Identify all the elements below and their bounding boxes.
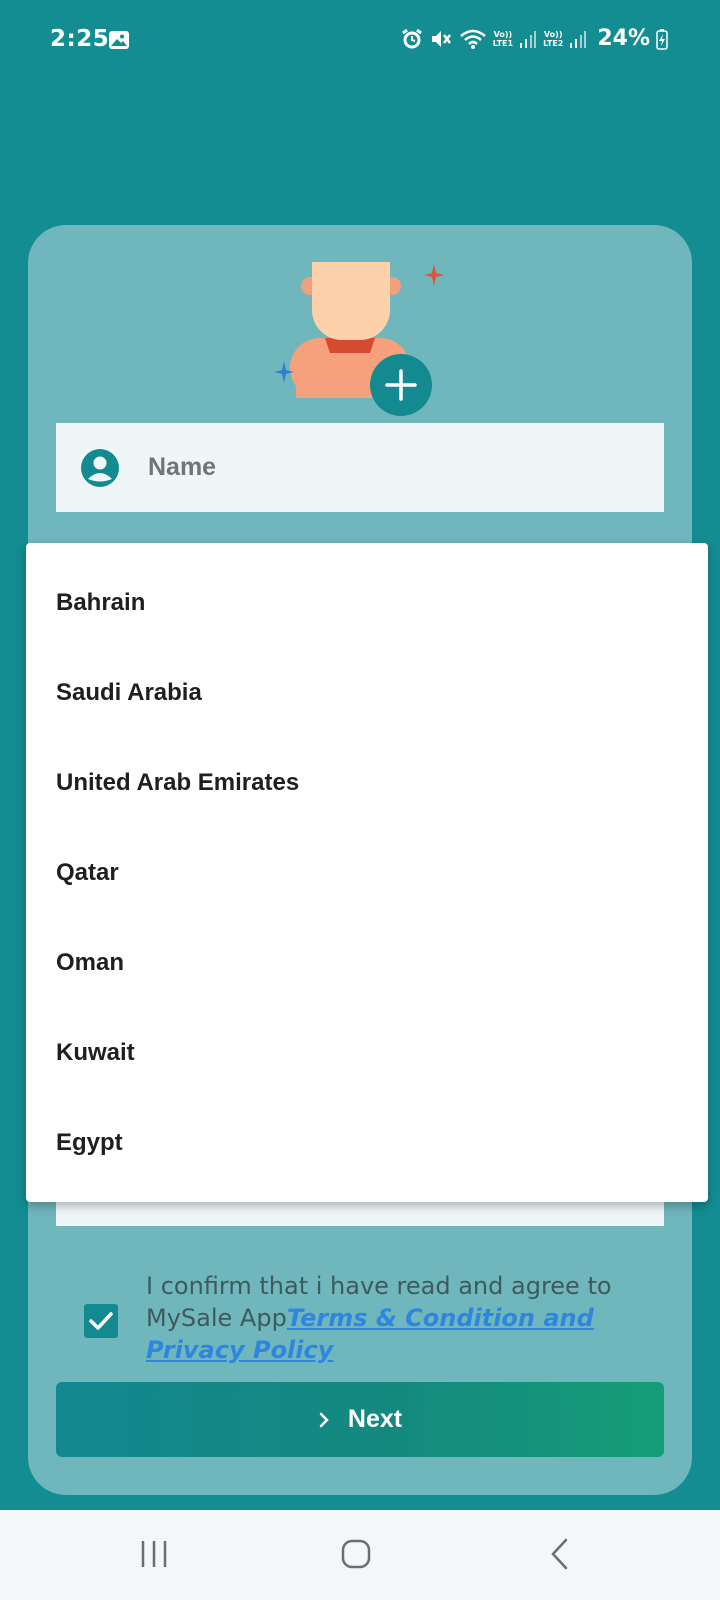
- next-button-label: Next: [347, 1405, 403, 1433]
- name-field[interactable]: [56, 423, 664, 512]
- country-option[interactable]: Qatar: [26, 828, 708, 918]
- wifi-icon: [459, 29, 486, 49]
- country-option[interactable]: Egypt: [26, 1098, 708, 1188]
- country-option[interactable]: United Arab Emirates: [26, 738, 708, 828]
- sparkle-red-icon: [424, 264, 444, 286]
- country-dropdown-menu: Bahrain Saudi Arabia United Arab Emirate…: [26, 543, 708, 1202]
- gallery-icon: [109, 31, 129, 49]
- country-option[interactable]: Oman: [26, 918, 708, 1008]
- battery-percent: 24%: [597, 26, 650, 51]
- alarm-icon: [401, 28, 422, 48]
- lte2-indicator: Vo)) LTE2: [543, 29, 564, 48]
- user-icon: [81, 448, 119, 487]
- battery-charging-icon: [656, 28, 668, 50]
- home-button[interactable]: [340, 1538, 372, 1570]
- country-option[interactable]: Saudi Arabia: [26, 648, 708, 738]
- country-option[interactable]: Bahrain: [26, 558, 708, 648]
- recent-apps-button[interactable]: [138, 1538, 170, 1570]
- status-time: 2:25: [50, 26, 110, 52]
- terms-checkbox[interactable]: [84, 1304, 118, 1338]
- name-input[interactable]: [146, 452, 570, 483]
- status-bar: 2:25 Vo)) LTE1 Vo)) LTE2 24%: [0, 0, 720, 80]
- signal-icon: [520, 30, 537, 48]
- mute-icon: [431, 30, 451, 47]
- terms-text: I confirm that i have read and agree to …: [146, 1272, 612, 1364]
- system-nav-bar: [0, 1510, 720, 1600]
- check-icon: [89, 1312, 113, 1330]
- country-option[interactable]: Kuwait: [26, 1008, 708, 1098]
- status-icons: Vo)) LTE1 Vo)) LTE2 24%: [401, 26, 668, 51]
- add-photo-button[interactable]: [370, 354, 432, 416]
- chevron-right-icon: [319, 1412, 329, 1427]
- signal-icon: [570, 30, 587, 48]
- avatar-picker[interactable]: [270, 258, 440, 418]
- plus-icon: [385, 369, 417, 401]
- lte1-indicator: Vo)) LTE1: [492, 29, 514, 48]
- back-button[interactable]: [548, 1538, 572, 1570]
- next-button[interactable]: Next: [56, 1382, 664, 1457]
- sparkle-blue-icon: [274, 361, 294, 383]
